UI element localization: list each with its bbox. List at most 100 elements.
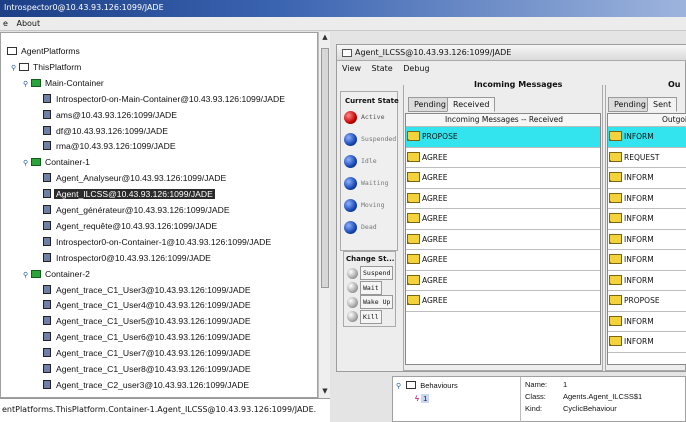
change-state-item[interactable]: Suspend <box>347 266 394 280</box>
class-value: Agents.Agent_ILCSS$1 <box>563 392 643 401</box>
tree-toggle-icon[interactable]: ⚲ <box>23 77 31 92</box>
message-row[interactable]: INFORM <box>608 209 686 230</box>
tree-node[interactable]: AgentPlatforms <box>7 44 82 59</box>
radio-icon[interactable] <box>347 296 358 308</box>
message-row[interactable]: INFORM <box>608 271 686 291</box>
envelope-icon <box>407 254 420 264</box>
tree-toggle-icon[interactable]: ⚲ <box>23 268 31 283</box>
agent-icon <box>43 300 51 310</box>
message-row[interactable]: AGREE <box>406 230 600 250</box>
tab-outgoing-pending[interactable]: Pending <box>608 97 652 112</box>
message-row[interactable]: REQUEST <box>608 148 686 168</box>
change-state-button[interactable]: Wait <box>360 280 382 295</box>
state-light-icon <box>344 154 357 168</box>
tree-node[interactable]: Introspector0-on-Main-Container@10.43.93… <box>43 92 287 107</box>
message-row[interactable]: AGREE <box>406 209 600 230</box>
message-row[interactable]: INFORM <box>608 250 686 271</box>
tree-toggle-icon[interactable]: ⚲ <box>396 382 404 390</box>
tree-node[interactable]: Agent_requête@10.43.93.126:1099/JADE <box>43 219 219 234</box>
folder-icon <box>19 62 29 71</box>
agent-icon <box>43 236 51 246</box>
radio-icon[interactable] <box>347 282 358 293</box>
message-row[interactable]: AGREE <box>406 250 600 271</box>
message-row[interactable]: INFORM <box>608 230 686 250</box>
tree-node[interactable]: Agent_ILCSS@10.43.93.126:1099/JADE <box>43 187 215 202</box>
message-row[interactable]: PROPOSE <box>608 291 686 312</box>
tree-node[interactable]: Agent_générateur@10.43.93.126:1099/JADE <box>43 203 232 218</box>
change-state-button[interactable]: Suspend <box>360 266 394 280</box>
menu-state[interactable]: State <box>372 64 393 73</box>
tree-node[interactable]: df@10.43.93.126:1099/JADE <box>43 124 170 139</box>
tree-scrollbar[interactable]: ▲ ▼ <box>318 32 330 398</box>
incoming-message-list[interactable]: Incoming Messages -- Received PROPOSE AGR… <box>405 113 601 365</box>
radio-icon[interactable] <box>347 311 358 322</box>
tree-node[interactable]: Introspector0@10.43.93.126:1099/JADE <box>43 251 213 266</box>
change-state-label: Change St... <box>346 255 395 263</box>
change-state-item[interactable]: Wait <box>347 280 382 295</box>
tree-node[interactable]: Agent_trace_C1_User7@10.43.93.126:1099/J… <box>43 346 253 361</box>
folder-icon <box>7 47 17 55</box>
scroll-up-icon[interactable]: ▲ <box>320 33 330 43</box>
window-title: Introspector0@10.43.93.126:1099/JADE <box>4 3 164 12</box>
message-row[interactable]: AGREE <box>406 168 600 189</box>
behaviours-tree[interactable]: ⚲ Behaviours ϟ 1 <box>393 377 521 422</box>
message-row[interactable]: AGREE <box>406 189 600 209</box>
window-title-bar[interactable]: Introspector0@10.43.93.126:1099/JADE <box>0 0 686 17</box>
tree-node[interactable]: Agent_trace_C1_User8@10.43.93.126:1099/J… <box>43 362 253 377</box>
message-row[interactable]: PROPOSE <box>406 127 600 148</box>
tree-node[interactable]: Agent_Analyseur@10.43.93.126:1099/JADE <box>43 171 228 186</box>
tree-node-label: Introspector0@10.43.93.126:1099/JADE <box>56 252 211 263</box>
agent-tree[interactable]: AgentPlatforms ⚲ ThisPlatform ⚲ Main-Contain… <box>0 32 318 398</box>
scroll-down-icon[interactable]: ▼ <box>320 387 330 397</box>
tree-node[interactable]: ams@10.43.93.126:1099/JADE <box>43 108 179 123</box>
tree-node-label: ams@10.43.93.126:1099/JADE <box>56 109 177 120</box>
tree-node[interactable]: Agent_trace_C1_User3@10.43.93.126:1099/J… <box>43 283 253 298</box>
state-light-icon <box>344 132 357 146</box>
tree-node[interactable]: ⚲ Container-1 <box>23 155 92 170</box>
message-row[interactable]: AGREE <box>406 148 600 168</box>
tab-incoming-received[interactable]: Received <box>447 97 496 112</box>
tree-node[interactable]: Introspector0-on-Container-1@10.43.93.12… <box>43 235 273 250</box>
tree-node[interactable]: Agent_trace_C1_User6@10.43.93.126:1099/J… <box>43 330 253 345</box>
scroll-thumb[interactable] <box>321 48 329 288</box>
agent-icon <box>43 109 51 119</box>
agent-window[interactable]: Agent_ILCSS@10.43.93.126:1099/JADE View … <box>336 44 686 372</box>
tree-node[interactable]: ⚲ Container-2 <box>23 267 92 282</box>
agent-icon <box>43 252 51 262</box>
state-light-icon <box>344 220 357 234</box>
behaviour-item[interactable]: 1 <box>421 394 430 403</box>
message-row[interactable]: INFORM <box>608 189 686 209</box>
message-row[interactable]: INFORM <box>608 168 686 189</box>
message-row[interactable]: INFORM <box>608 312 686 332</box>
message-row[interactable]: INFORM <box>608 127 686 148</box>
tree-node[interactable]: ⚲ Main-Container <box>23 76 106 91</box>
message-row[interactable]: AGREE <box>406 271 600 291</box>
agent-window-title-bar[interactable]: Agent_ILCSS@10.43.93.126:1099/JADE <box>337 45 686 61</box>
menu-item-about[interactable]: About <box>16 19 40 28</box>
change-state-item[interactable]: Wake Up <box>347 295 394 309</box>
tree-node[interactable]: Agent_trace_C1_User5@10.43.93.126:1099/J… <box>43 314 253 329</box>
message-row[interactable]: INFORM <box>608 332 686 353</box>
change-state-item[interactable]: Kill <box>347 309 382 324</box>
tree-node[interactable]: rma@10.43.93.126:1099/JADE <box>43 139 178 154</box>
message-performative: INFORM <box>624 173 654 182</box>
green-folder-icon <box>31 158 41 167</box>
tree-node[interactable]: Agent_trace_C1_User4@10.43.93.126:1099/J… <box>43 298 253 313</box>
tree-node-label: Agent_générateur@10.43.93.126:1099/JADE <box>56 205 230 215</box>
tab-incoming-pending[interactable]: Pending <box>408 97 452 112</box>
tab-outgoing-sent[interactable]: Sent <box>647 97 678 112</box>
change-state-button[interactable]: Wake Up <box>360 295 394 309</box>
radio-icon[interactable] <box>347 267 358 279</box>
tree-toggle-icon[interactable]: ⚲ <box>11 61 19 76</box>
menu-debug[interactable]: Debug <box>403 64 429 73</box>
change-state-button[interactable]: Kill <box>360 309 382 324</box>
envelope-icon <box>407 233 420 244</box>
tree-node-label: Agent_ILCSS@10.43.93.126:1099/JADE <box>54 189 215 200</box>
outgoing-message-list[interactable]: Outgoi INFORM REQUEST INFORM INFORM INFORM IN… <box>607 113 686 365</box>
tree-toggle-icon[interactable]: ⚲ <box>23 156 31 171</box>
tree-node[interactable]: ⚲ ThisPlatform <box>11 60 83 75</box>
tree-node[interactable]: Agent_trace_C2_user3@10.43.93.126:1099/J… <box>43 378 251 393</box>
behaviours-root-label[interactable]: Behaviours <box>420 381 458 390</box>
message-row[interactable]: AGREE <box>406 291 600 312</box>
menu-view[interactable]: View <box>342 64 361 73</box>
